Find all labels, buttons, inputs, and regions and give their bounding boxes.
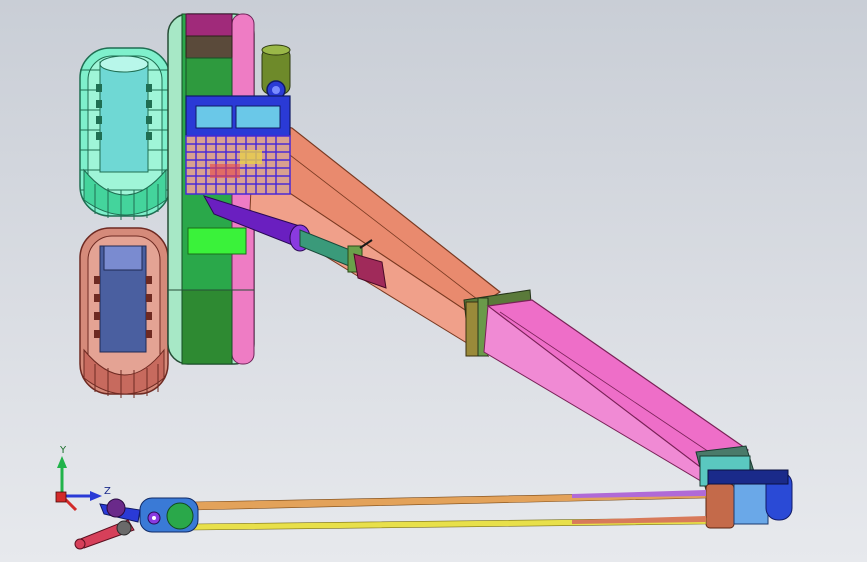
hook-block: [74, 497, 199, 550]
z-axis-label: Z: [104, 486, 111, 497]
y-axis-arrow-icon: [57, 456, 67, 468]
crawler-crane-model[interactable]: Y Z: [0, 0, 867, 562]
hoist-ropes: [191, 490, 707, 531]
operator-cab: [185, 95, 291, 195]
z-axis-arrow-icon: [90, 491, 102, 501]
y-axis-label: Y: [59, 445, 67, 456]
origin-marker: [55, 491, 67, 503]
boom-head: [695, 445, 793, 529]
cad-viewport[interactable]: Y Z: [0, 0, 867, 562]
crawler-track-left: [79, 47, 171, 220]
crawler-track-right: [79, 227, 169, 398]
axis-triad: Y Z: [55, 445, 111, 512]
winch-unit: [261, 44, 291, 100]
